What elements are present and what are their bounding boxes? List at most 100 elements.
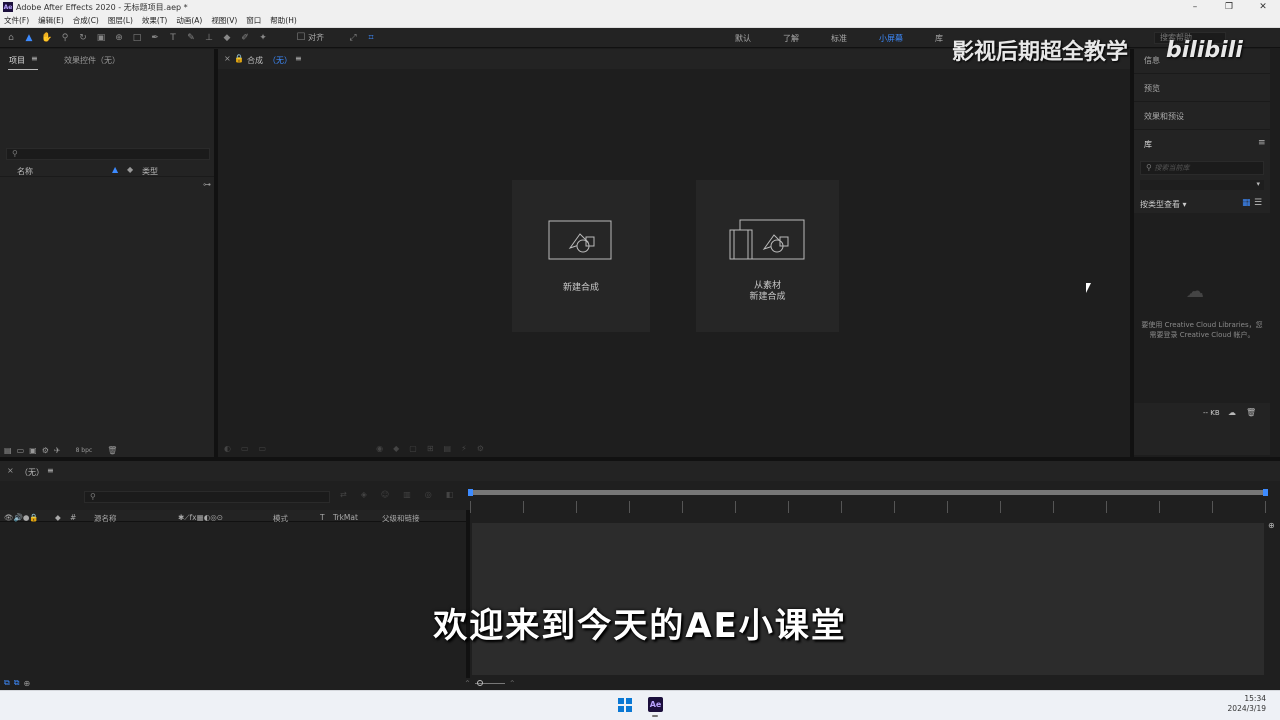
new-folder-icon[interactable]: ▭ [17,446,25,455]
pen-tool-icon[interactable]: ✒ [148,31,162,45]
menu-composition[interactable]: 合成(C) [73,15,99,26]
comp-mini-flowchart-icon[interactable]: ⇄ [340,490,347,499]
grid-icon[interactable]: ⊞ [427,444,434,453]
camera-tool-icon[interactable]: ▣ [94,31,108,45]
shy-icon[interactable]: ☺ [381,490,389,499]
library-menu-icon[interactable]: ≡ [1258,138,1266,148]
layer-switches-icons[interactable]: ✱⟋fx▦◐◎⊙ [178,513,223,523]
project-panel-menu-icon[interactable]: ≡ [31,54,38,63]
time-navigator[interactable] [468,489,1268,496]
timeline-search-input[interactable]: ⚲ [84,491,330,503]
close-tab-icon[interactable]: × [224,54,231,63]
close-tab-icon[interactable]: × [7,466,14,475]
column-source-name[interactable]: 源名称 [94,513,117,524]
hand-tool-icon[interactable]: ✋ [40,31,54,45]
time-ruler[interactable] [470,501,1270,513]
sync-icon[interactable]: ☁ [1228,408,1236,417]
workspace-standard[interactable]: 标准 [831,33,847,44]
eraser-tool-icon[interactable]: ◆ [220,31,234,45]
workspace-default[interactable]: 默认 [735,33,751,44]
interpret-footage-icon[interactable]: ▤ [4,446,12,455]
t-icon[interactable]: T [320,513,325,522]
project-settings-icon[interactable]: ⚙ [42,446,49,455]
column-number[interactable]: # [70,513,76,522]
delete-icon[interactable]: 🗑 [107,446,117,455]
tab-composition-value[interactable]: （无） [268,55,292,66]
comp-panel-menu-icon[interactable]: ≡ [295,54,302,63]
menu-edit[interactable]: 编辑(E) [38,15,64,26]
channel-icon[interactable]: ◆ [393,444,399,453]
bpc-label[interactable]: 8 bpc [76,447,93,454]
region-icon[interactable]: ▢ [409,444,417,453]
motion-blur-icon[interactable]: ◎ [425,490,432,499]
menu-animation[interactable]: 动画(A) [176,15,202,26]
preview-panel-tab[interactable]: 预览 [1144,83,1160,94]
render-queue-icon[interactable]: ✈ [54,446,61,455]
tab-composition[interactable]: 合成 [247,55,263,66]
comp-button-icon[interactable]: ⊕ [1268,521,1275,530]
column-trkmat[interactable]: TrkMat [333,513,358,522]
library-search-input[interactable]: ⚲ 搜索当前库 [1140,161,1264,175]
sort-ascending-icon[interactable]: ▲ [112,165,118,174]
label-tag-icon[interactable]: ◆ [55,513,61,522]
home-icon[interactable]: ⌂ [4,31,18,45]
resolution-icon[interactable]: ▭ [259,444,267,453]
puppet-tool-icon[interactable]: ✦ [256,31,270,45]
list-view-icon[interactable]: ☰ [1254,198,1262,208]
graph-editor-icon[interactable]: ◧ [446,490,454,499]
project-search-input[interactable]: ⚲ [6,148,210,160]
zoom-in-icon[interactable]: ⌃ [509,679,516,688]
windows-start-icon[interactable] [618,698,632,712]
av-features-icons[interactable]: 👁🔊●🔒 [4,513,39,522]
minimize-icon[interactable]: – [1178,0,1212,14]
info-panel-tab[interactable]: 信息 [1144,55,1160,66]
exposure-icon[interactable]: ⚙ [477,444,484,453]
menu-view[interactable]: 视图(V) [211,15,237,26]
clone-stamp-tool-icon[interactable]: ⊥ [202,31,216,45]
selection-tool-icon[interactable]: ▲ [22,31,36,45]
tab-timeline[interactable]: （无） [20,467,44,478]
library-dropdown[interactable]: ▾ [1140,180,1264,190]
new-composition-button[interactable]: 新建合成 [512,180,650,332]
zoom-slider[interactable] [474,679,505,686]
snap-magnet-icon[interactable]: ⤢ [346,31,360,45]
type-tool-icon[interactable]: T [166,31,180,45]
navigator-end-handle[interactable] [1263,489,1268,496]
menu-file[interactable]: 文件(F) [4,15,29,26]
always-preview-icon[interactable]: ◐ [224,444,231,453]
zoom-out-icon[interactable]: ⌃ [464,679,471,688]
grid-view-icon[interactable]: ▦ [1242,198,1251,208]
layer-switches-toggle-icon[interactable]: ⧉ [4,678,10,688]
zoom-tool-icon[interactable]: ⚲ [58,31,72,45]
rotate-tool-icon[interactable]: ↻ [76,31,90,45]
shape-tool-icon[interactable]: □ [130,31,144,45]
pan-behind-tool-icon[interactable]: ⊕ [112,31,126,45]
zoom-slider-handle[interactable] [476,679,483,686]
tab-effect-controls[interactable]: 效果控件（无） [64,55,120,66]
flowchart-icon[interactable]: ⊶ [203,180,211,189]
view-by-type-dropdown[interactable]: 按类型查看 ▾ [1140,199,1187,210]
new-comp-icon[interactable]: ▣ [29,446,37,455]
lock-icon[interactable]: 🔒 [234,54,244,63]
timeline-split-divider[interactable] [466,510,470,678]
workspace-learn[interactable]: 了解 [783,33,799,44]
menu-window[interactable]: 窗口 [246,15,261,26]
menu-layer[interactable]: 图层(L) [108,15,133,26]
menu-help[interactable]: 帮助(H) [270,15,297,26]
column-name[interactable]: 名称 [17,166,33,177]
frame-blending-icon[interactable]: ▥ [403,490,411,499]
3d-view-icon[interactable]: ▤ [444,444,452,453]
workspace-library[interactable]: 库 [935,33,943,44]
brush-tool-icon[interactable]: ✎ [184,31,198,45]
delete-icon[interactable]: 🗑 [1246,408,1256,417]
effects-presets-panel-tab[interactable]: 效果和预设 [1144,111,1184,122]
after-effects-taskbar-icon[interactable]: Ae [648,697,663,712]
in-out-toggle-icon[interactable]: ⊕ [23,679,30,688]
new-comp-from-footage-button[interactable]: 从素材 新建合成 [696,180,839,332]
draft-3d-icon[interactable]: ◈ [361,490,367,499]
tab-project[interactable]: 项目 [9,55,25,66]
transfer-controls-toggle-icon[interactable]: ⧉ [14,678,20,688]
close-icon[interactable]: ✕ [1246,0,1280,14]
column-parent-link[interactable]: 父级和链接 [382,513,420,524]
snapshot-icon[interactable]: ◉ [376,444,383,453]
